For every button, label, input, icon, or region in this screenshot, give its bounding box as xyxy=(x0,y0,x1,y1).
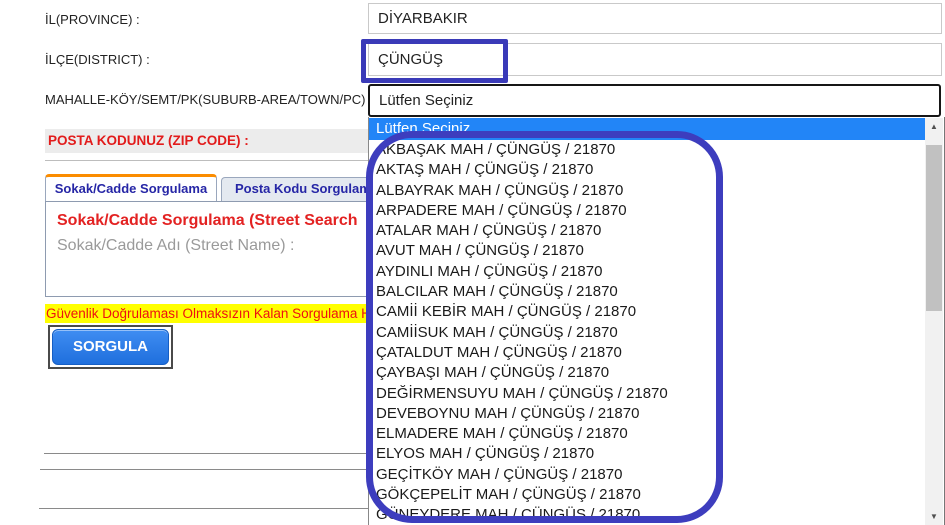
suburb-label: MAHALLE-KÖY/SEMT/PK(SUBURB-AREA/TOWN/PC)… xyxy=(45,92,373,107)
province-label: İL(PROVINCE) : xyxy=(45,12,140,27)
dropdown-option[interactable]: ARPADERE MAH / ÇÜNGÜŞ / 21870 xyxy=(369,201,926,221)
dropdown-option-selected[interactable]: Lütfen Seçiniz xyxy=(369,118,926,140)
dropdown-option[interactable]: ATALAR MAH / ÇÜNGÜŞ / 21870 xyxy=(369,221,926,241)
district-input[interactable] xyxy=(368,43,942,76)
dropdown-option[interactable]: DEVEBOYNU MAH / ÇÜNGÜŞ / 21870 xyxy=(369,404,926,424)
province-input[interactable] xyxy=(368,3,942,34)
tab-zip-search[interactable]: Posta Kodu Sorgulama xyxy=(221,177,392,201)
dropdown-option[interactable]: GÖKÇEPELİT MAH / ÇÜNGÜŞ / 21870 xyxy=(369,485,926,505)
zip-code-label: POSTA KODUNUZ (ZIP CODE) : xyxy=(48,133,249,148)
dropdown-options: AKBAŞAK MAH / ÇÜNGÜŞ / 21870 AKTAŞ MAH /… xyxy=(369,140,926,525)
street-search-heading: Sokak/Cadde Sorgulama (Street Search xyxy=(57,212,358,230)
dropdown-scrollbar[interactable]: ▲ ▼ xyxy=(925,118,943,525)
dropdown-option[interactable]: AYDINLI MAH / ÇÜNGÜŞ / 21870 xyxy=(369,262,926,282)
scrollbar-thumb[interactable] xyxy=(926,145,942,311)
dropdown-option[interactable]: ELMADERE MAH / ÇÜNGÜŞ / 21870 xyxy=(369,424,926,444)
street-name-label: Sokak/Cadde Adı (Street Name) : xyxy=(57,237,294,255)
dropdown-option[interactable]: CAMİİSUK MAH / ÇÜNGÜŞ / 21870 xyxy=(369,323,926,343)
dropdown-option[interactable]: AKBAŞAK MAH / ÇÜNGÜŞ / 21870 xyxy=(369,140,926,160)
dropdown-option[interactable]: CAMİİ KEBİR MAH / ÇÜNGÜŞ / 21870 xyxy=(369,302,926,322)
dropdown-option[interactable]: AVUT MAH / ÇÜNGÜŞ / 21870 xyxy=(369,241,926,261)
postal-code-lookup-page: İL(PROVINCE) : İLÇE(DISTRICT) : MAHALLE-… xyxy=(0,0,945,525)
warning-text: Güvenlik Doğrulaması Olmaksızın Kalan So… xyxy=(46,306,371,321)
dropdown-option[interactable]: DEĞİRMENSUYU MAH / ÇÜNGÜŞ / 21870 xyxy=(369,384,926,404)
scroll-up-icon[interactable]: ▲ xyxy=(925,118,943,135)
district-label: İLÇE(DISTRICT) : xyxy=(45,52,150,67)
dropdown-option[interactable]: ÇATALDUT MAH / ÇÜNGÜŞ / 21870 xyxy=(369,343,926,363)
dropdown-option[interactable]: ÇAYBAŞI MAH / ÇÜNGÜŞ / 21870 xyxy=(369,363,926,383)
dropdown-option[interactable]: GEÇİTKÖY MAH / ÇÜNGÜŞ / 21870 xyxy=(369,465,926,485)
dropdown-option[interactable]: ALBAYRAK MAH / ÇÜNGÜŞ / 21870 xyxy=(369,181,926,201)
sorgula-button[interactable]: SORGULA xyxy=(52,329,169,365)
dropdown-option[interactable]: ELYOS MAH / ÇÜNGÜŞ / 21870 xyxy=(369,444,926,464)
tab-street-search[interactable]: Sokak/Cadde Sorgulama xyxy=(45,174,217,201)
dropdown-option[interactable]: BALCILAR MAH / ÇÜNGÜŞ / 21870 xyxy=(369,282,926,302)
scroll-down-icon[interactable]: ▼ xyxy=(925,508,943,525)
dropdown-option[interactable]: AKTAŞ MAH / ÇÜNGÜŞ / 21870 xyxy=(369,160,926,180)
suburb-dropdown-list: Lütfen Seçiniz AKBAŞAK MAH / ÇÜNGÜŞ / 21… xyxy=(368,117,945,525)
dropdown-option[interactable]: GÜNEYDERE MAH / ÇÜNGÜŞ / 21870 xyxy=(369,505,926,525)
suburb-select[interactable]: Lütfen Seçiniz xyxy=(368,84,941,117)
